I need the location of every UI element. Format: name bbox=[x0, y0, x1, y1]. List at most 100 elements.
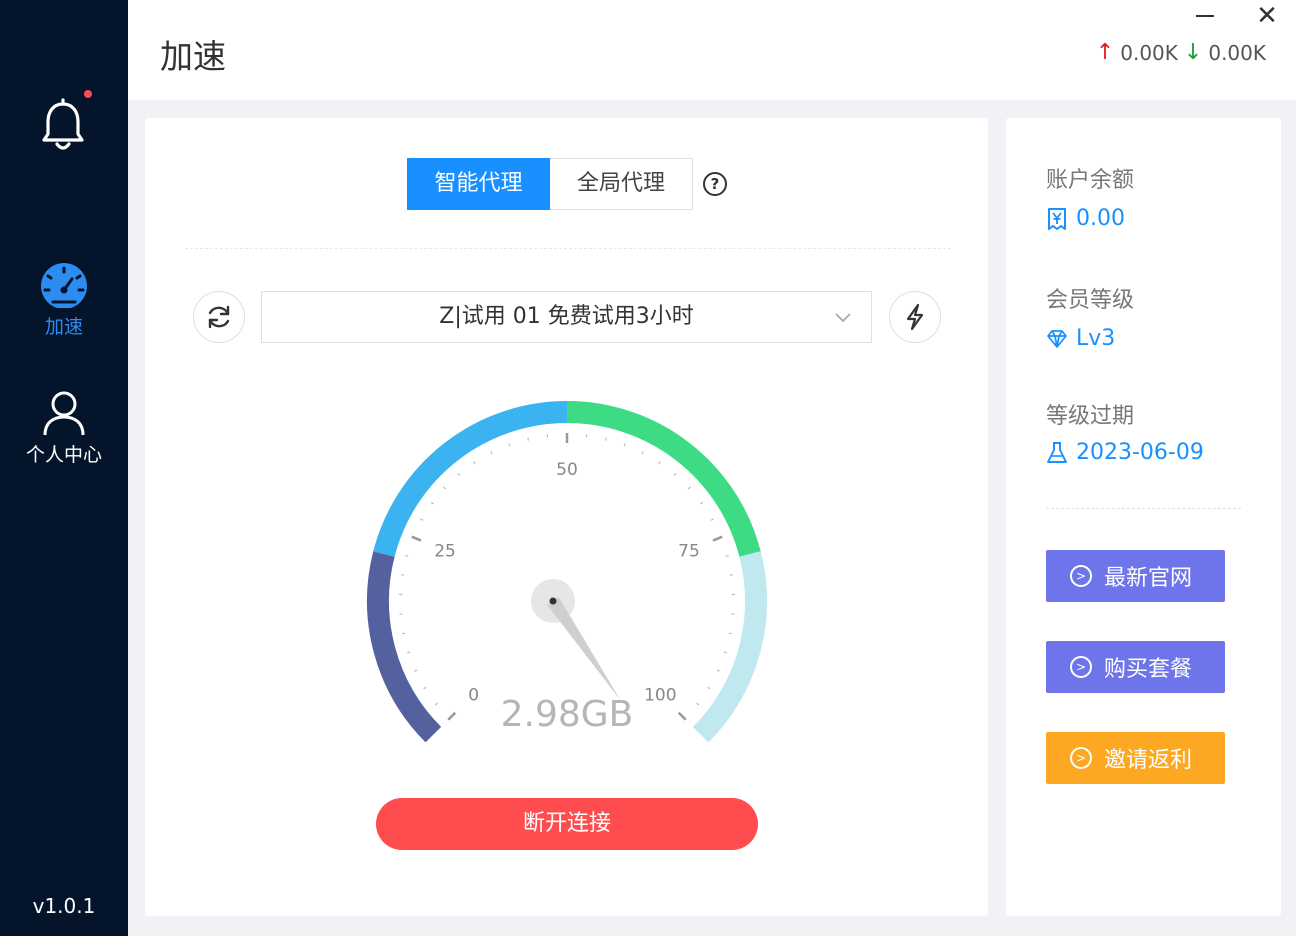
gauge-tick bbox=[457, 472, 461, 476]
speedometer-icon bbox=[41, 263, 87, 308]
gauge-tick-label: 25 bbox=[434, 541, 456, 561]
invite-rebate-button[interactable]: > 邀请返利 bbox=[1046, 732, 1225, 784]
expiry-value: 2023-06-09 bbox=[1076, 440, 1204, 465]
gauge-tick bbox=[434, 702, 438, 706]
balance-label: 账户余额 bbox=[1046, 168, 1135, 193]
sidebar-item-accelerate[interactable]: 加速 bbox=[0, 262, 128, 339]
gauge-band bbox=[692, 551, 767, 743]
close-icon[interactable]: ✕ bbox=[1252, 2, 1282, 32]
arrow-down-icon: ↓ bbox=[1183, 40, 1203, 65]
level-value: Lv3 bbox=[1076, 326, 1116, 351]
gauge-tick bbox=[405, 554, 409, 557]
sidebar: 加速 个人中心 v1.0.1 bbox=[0, 0, 128, 936]
sidebar-item-label: 加速 bbox=[44, 316, 83, 338]
speed-indicator: ↑ 0.00K ↓ 0.00K bbox=[1096, 40, 1266, 65]
gauge-value: 2.98GB bbox=[501, 694, 634, 735]
gauge-tick bbox=[420, 518, 424, 521]
global-proxy-button[interactable]: 全局代理 bbox=[550, 158, 693, 210]
diamond-icon bbox=[1047, 329, 1067, 348]
arrow-right-circle-icon: > bbox=[1070, 747, 1092, 769]
gauge-tick bbox=[473, 460, 476, 465]
gauge-tick bbox=[411, 535, 422, 542]
gauge-tick bbox=[716, 669, 720, 672]
smart-proxy-button[interactable]: 智能代理 bbox=[407, 158, 550, 210]
proxy-mode-toggle: 智能代理 全局代理 bbox=[407, 158, 693, 210]
invite-rebate-label: 邀请返利 bbox=[1104, 748, 1193, 773]
refresh-button[interactable] bbox=[193, 291, 245, 343]
lightning-icon bbox=[906, 303, 924, 331]
header: 加速 ✕ ↑ 0.00K ↓ 0.00K bbox=[128, 0, 1296, 100]
traffic-gauge: 0 25 50 75 100 2.98GB bbox=[367, 401, 767, 743]
minimize-icon[interactable] bbox=[1190, 2, 1220, 32]
gauge-tick bbox=[443, 486, 447, 490]
download-speed: 0.00K bbox=[1208, 40, 1266, 65]
gauge-tick bbox=[710, 518, 714, 521]
divider bbox=[185, 248, 951, 249]
gauge-tick bbox=[696, 702, 700, 706]
gauge-tick bbox=[402, 632, 406, 635]
gauge-tick bbox=[430, 501, 434, 505]
main-panel: 智能代理 全局代理 ? Z|试用 01 免费试用3小时 0 25 50 75 100 2… bbox=[145, 118, 988, 916]
gauge-tick bbox=[728, 632, 732, 635]
node-select[interactable]: Z|试用 01 免费试用3小时 bbox=[261, 291, 872, 343]
chevron-down-icon bbox=[835, 313, 851, 323]
gauge-band bbox=[566, 401, 761, 557]
gauge-tick bbox=[604, 437, 607, 441]
user-icon bbox=[43, 391, 85, 436]
speed-test-button[interactable] bbox=[889, 291, 941, 343]
gauge-tick bbox=[490, 451, 493, 455]
gauge-band bbox=[373, 401, 568, 557]
gauge-tick bbox=[725, 554, 729, 557]
divider bbox=[1046, 508, 1241, 509]
gauge-tick bbox=[677, 711, 687, 721]
gauge-tick-label: 75 bbox=[678, 541, 700, 561]
gauge-tick-label: 100 bbox=[644, 685, 676, 705]
arrow-up-icon: ↑ bbox=[1095, 40, 1115, 65]
version-label: v1.0.1 bbox=[32, 894, 96, 918]
balance-value-row: 0.00 bbox=[1046, 206, 1125, 231]
gauge-tick-label: 0 bbox=[468, 685, 479, 705]
question-circle-icon[interactable]: ? bbox=[703, 172, 727, 196]
gauge-needle bbox=[547, 597, 621, 701]
yen-receipt-icon bbox=[1048, 207, 1066, 230]
official-site-label: 最新官网 bbox=[1104, 566, 1193, 591]
notification-dot bbox=[82, 88, 94, 100]
balance-value: 0.00 bbox=[1076, 206, 1125, 231]
refresh-icon bbox=[208, 305, 230, 329]
gauge-tick bbox=[623, 443, 626, 447]
disconnect-button[interactable]: 断开连接 bbox=[376, 798, 758, 850]
bell-icon[interactable] bbox=[40, 98, 86, 154]
gauge-band bbox=[367, 551, 442, 743]
sidebar-item-label: 个人中心 bbox=[25, 444, 102, 466]
gauge-tick bbox=[658, 460, 661, 465]
gauge-tick bbox=[641, 451, 644, 455]
gauge-tick bbox=[707, 686, 711, 690]
gauge-tick bbox=[673, 472, 677, 476]
gauge-tick bbox=[712, 535, 723, 542]
node-select-value: Z|试用 01 免费试用3小时 bbox=[439, 304, 694, 329]
gauge-tick bbox=[407, 651, 411, 654]
gauge-hub-dot bbox=[549, 597, 557, 605]
account-panel: 账户余额 0.00 会员等级 Lv3 等级过期 2023-06-09 > 最新官… bbox=[1006, 118, 1281, 916]
gauge-tick bbox=[508, 443, 511, 447]
buy-plan-button[interactable]: > 购买套餐 bbox=[1046, 641, 1225, 693]
level-value-row: Lv3 bbox=[1046, 326, 1115, 351]
gauge-tick bbox=[723, 651, 727, 654]
buy-plan-label: 购买套餐 bbox=[1104, 657, 1193, 682]
page-title: 加速 bbox=[160, 37, 226, 76]
arrow-right-circle-icon: > bbox=[1070, 565, 1092, 587]
gauge-tick bbox=[700, 501, 704, 505]
gauge-tick bbox=[527, 437, 530, 441]
gauge-tick bbox=[447, 711, 457, 721]
gauge-tick bbox=[687, 486, 691, 490]
gauge-tick-label: 50 bbox=[556, 460, 578, 480]
gauge-tick bbox=[423, 686, 427, 690]
flask-icon bbox=[1047, 441, 1067, 463]
gauge-tick bbox=[414, 669, 418, 672]
upload-speed: 0.00K bbox=[1120, 40, 1178, 65]
expiry-label: 等级过期 bbox=[1046, 404, 1135, 429]
sidebar-item-profile[interactable]: 个人中心 bbox=[0, 390, 128, 467]
official-site-button[interactable]: > 最新官网 bbox=[1046, 550, 1225, 602]
level-label: 会员等级 bbox=[1046, 288, 1135, 313]
arrow-right-circle-icon: > bbox=[1070, 656, 1092, 678]
